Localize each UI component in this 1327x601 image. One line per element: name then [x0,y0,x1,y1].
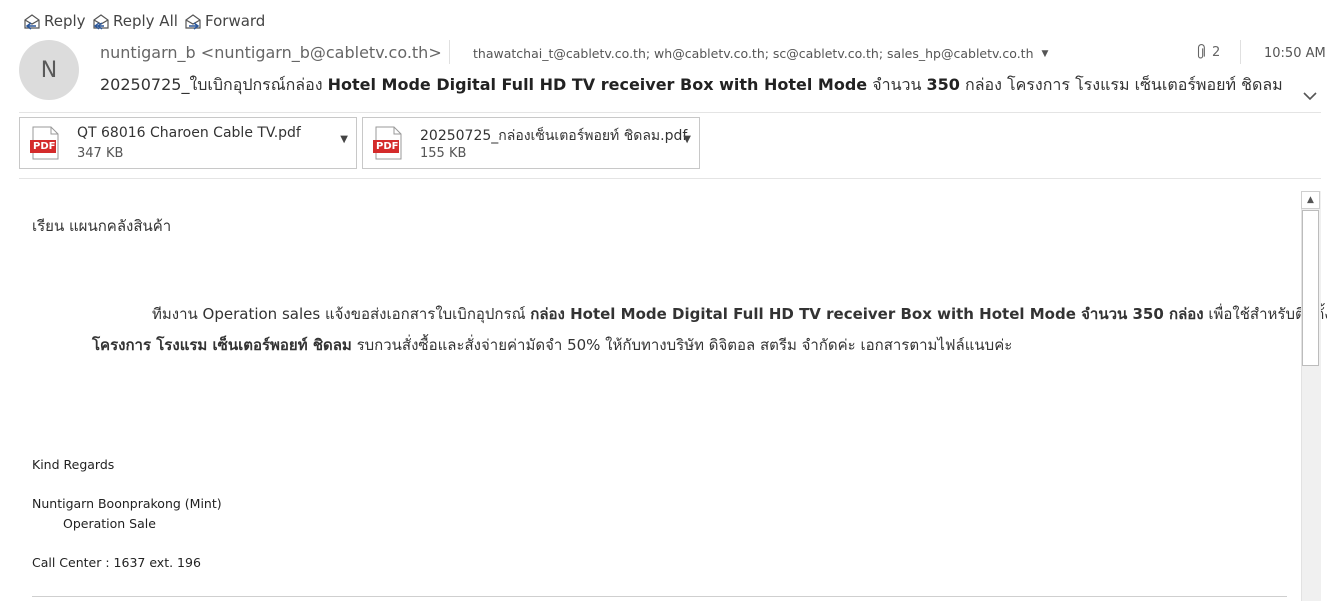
sender-address[interactable]: nuntigarn_b <nuntigarn_b@cabletv.co.th> [100,43,442,62]
body-text-segment: ทีมงาน Operation sales แจ้งขอส่งเอกสารใบ… [152,305,531,323]
scrollbar-thumb[interactable] [1302,210,1319,366]
expand-header-icon[interactable] [1300,86,1320,106]
pdf-icon-label: PDF [376,141,399,152]
subject-mid: จำนวน [867,75,927,94]
reply-all-icon [93,14,109,30]
chevron-down-icon[interactable]: ▼ [1042,49,1049,59]
subject-quantity: 350 [926,75,960,94]
subject-product: Hotel Mode Digital Full HD TV receiver B… [327,75,868,94]
chevron-down-icon[interactable]: ▼ [340,134,348,145]
recipients-list[interactable]: thawatchai_t@cabletv.co.th; wh@cabletv.c… [473,46,1048,61]
chevron-down-icon[interactable]: ▼ [683,134,691,145]
body-text-segment: รบกวนสั่งซื้อและสั่งจ่ายค่ามัดจำ 50% ให้… [351,336,1013,354]
header-divider-time [1240,40,1241,64]
reply-all-button[interactable]: Reply All [91,10,178,32]
attachment-item[interactable]: PDF QT 68016 Charoen Cable TV.pdf 347 KB… [19,117,357,169]
avatar: N [19,40,79,100]
signature-regards: Kind Regards [32,457,115,472]
forward-icon [185,14,201,30]
attachment-size: 155 KB [420,146,467,161]
attachment-count: 2 [1196,44,1220,61]
signature-title: Operation Sale [63,516,156,531]
paperclip-icon [1197,44,1205,59]
signature-call-center: Call Center : 1637 ext. 196 [32,555,201,570]
email-subject: 20250725_ใบเบิกอุปกรณ์กล่อง Hotel Mode D… [100,73,1283,98]
pdf-icon-label: PDF [33,141,56,152]
recipients-text: thawatchai_t@cabletv.co.th; wh@cabletv.c… [473,46,1034,61]
forward-label: Forward [205,12,266,30]
signature-name: Nuntigarn Boonprakong (Mint) [32,496,222,511]
attachment-name: QT 68016 Charoen Cable TV.pdf [77,125,301,141]
header-separator [19,112,1321,113]
body-paragraph-line2: โครงการ โรงแรม เซ็นเตอร์พอยท์ ชิดลม รบกว… [92,333,1012,357]
body-bold-segment: โครงการ โรงแรม เซ็นเตอร์พอยท์ ชิดลม [92,336,352,354]
forward-button[interactable]: Forward [183,10,265,32]
body-bold-segment: กล่อง Hotel Mode Digital Full HD TV rece… [530,305,1204,323]
attachment-name: 20250725_กล่องเซ็นเตอร์พอยท์ ชิดลม.pdf [420,128,688,144]
subject-suffix: กล่อง โครงการ โรงแรม เซ็นเตอร์พอยท์ ชิดล… [959,75,1283,94]
reply-all-label: Reply All [113,12,178,30]
attachment-item[interactable]: PDF 20250725_กล่องเซ็นเตอร์พอยท์ ชิดลม.p… [362,117,700,169]
body-paragraph-line1: ทีมงาน Operation sales แจ้งขอส่งเอกสารใบ… [152,302,1327,326]
scroll-up-icon[interactable]: ▲ [1301,191,1320,209]
reply-button[interactable]: Reply [22,10,86,32]
attachment-size: 347 KB [77,146,124,161]
header-divider [449,40,450,64]
attachments-separator [19,178,1321,179]
attachment-count-value: 2 [1212,45,1221,60]
reply-label: Reply [44,12,86,30]
reply-icon [24,14,40,30]
greeting: เรียน แผนกคลังสินค้า [32,217,172,235]
subject-prefix: 20250725_ใบเบิกอุปกรณ์กล่อง [100,75,328,94]
received-time: 10:50 AM [1264,46,1326,61]
signature-rule [32,596,1287,597]
